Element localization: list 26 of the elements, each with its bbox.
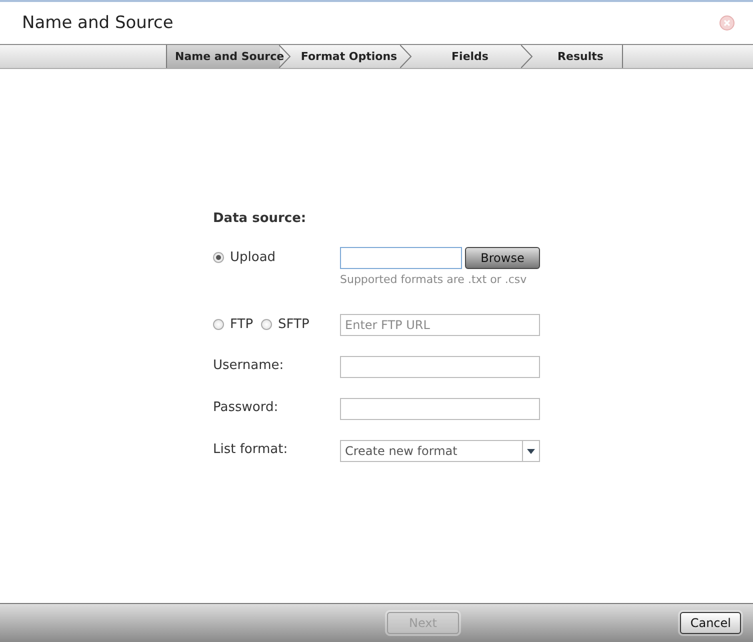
- wizard-step[interactable]: Fields: [412, 45, 522, 68]
- wizard-step[interactable]: Format Options: [291, 45, 401, 68]
- password-field[interactable]: [340, 398, 540, 420]
- file-field[interactable]: [340, 247, 462, 269]
- ftp-url-field[interactable]: Enter FTP URL: [340, 314, 540, 336]
- radio-label: SFTP: [278, 317, 310, 332]
- cancel-button[interactable]: Cancel: [680, 612, 741, 634]
- radio-button[interactable]: [213, 319, 224, 330]
- close-icon[interactable]: [719, 15, 735, 31]
- radio-button[interactable]: [213, 252, 224, 263]
- field-label: List format:: [213, 441, 289, 457]
- window-title: Name and Source: [22, 13, 174, 33]
- browse-button[interactable]: Browse: [465, 247, 540, 269]
- section-heading: Data source:: [213, 211, 308, 226]
- field-label: Username:: [213, 357, 285, 373]
- format-dropdown[interactable]: Create new format: [340, 440, 540, 462]
- radio-button[interactable]: [261, 319, 272, 330]
- field-label: Password:: [213, 399, 280, 415]
- username-field[interactable]: [340, 356, 540, 378]
- radio-label: Upload: [230, 250, 276, 265]
- radio-label: FTP: [230, 317, 254, 332]
- chevron-icon: [521, 45, 533, 68]
- chevron-icon: [400, 45, 412, 68]
- caret-icon: [527, 448, 535, 454]
- wizard-step[interactable]: Results: [533, 45, 623, 68]
- hint-text: Supported formats are .txt or .csv: [340, 273, 528, 286]
